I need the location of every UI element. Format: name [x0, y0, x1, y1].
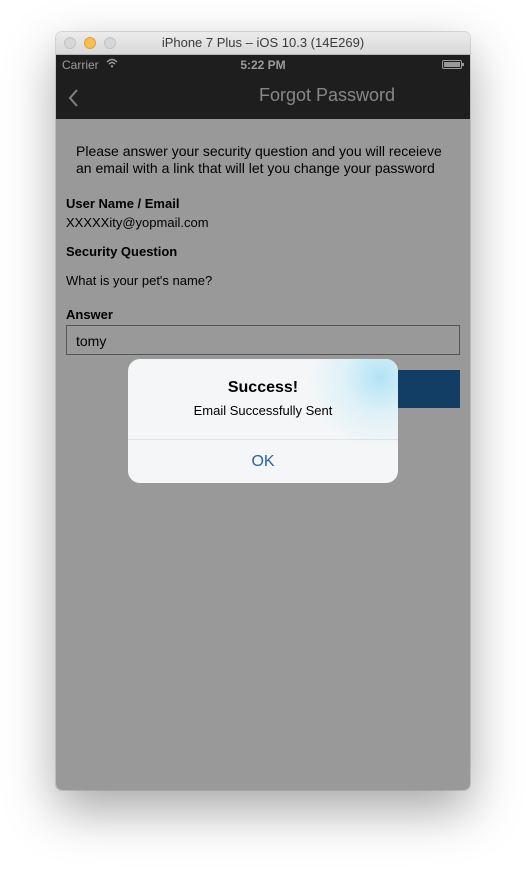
- success-alert: Success! Email Successfully Sent OK: [128, 359, 398, 483]
- alert-message: Email Successfully Sent: [193, 403, 333, 418]
- alert-title: Success!: [227, 379, 299, 396]
- simulator-window: iPhone 7 Plus – iOS 10.3 (14E269) Carrie…: [56, 32, 470, 790]
- window-titlebar: iPhone 7 Plus – iOS 10.3 (14E269): [56, 32, 470, 55]
- alert-ok-button[interactable]: OK: [128, 440, 398, 483]
- phone-screen: Carrier 5:22 PM Forgot Password Please a…: [56, 55, 470, 790]
- window-title: iPhone 7 Plus – iOS 10.3 (14E269): [161, 35, 365, 50]
